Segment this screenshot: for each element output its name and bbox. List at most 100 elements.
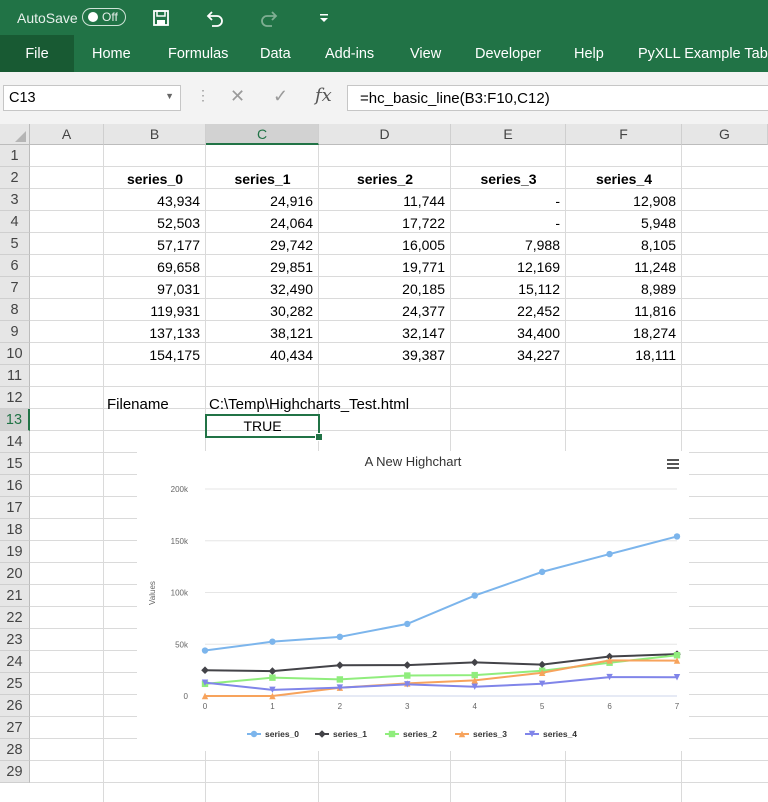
column-header-a[interactable]: A bbox=[30, 124, 104, 145]
row-header-9[interactable]: 9 bbox=[0, 321, 30, 343]
data-cell[interactable]: 29,742 bbox=[206, 234, 319, 256]
data-cell[interactable]: 137,133 bbox=[104, 322, 206, 344]
row-header-12[interactable]: 12 bbox=[0, 387, 30, 409]
tab-developer[interactable]: Developer bbox=[475, 35, 541, 72]
fill-handle[interactable] bbox=[315, 433, 323, 441]
data-cell[interactable]: 5,948 bbox=[566, 212, 682, 234]
row-header-5[interactable]: 5 bbox=[0, 233, 30, 255]
row-header-23[interactable]: 23 bbox=[0, 629, 30, 651]
data-cell[interactable]: 12,169 bbox=[451, 256, 566, 278]
data-cell[interactable]: 30,282 bbox=[206, 300, 319, 322]
tab-file[interactable]: File bbox=[0, 35, 74, 72]
row-header-15[interactable]: 15 bbox=[0, 453, 30, 475]
column-header-d[interactable]: D bbox=[319, 124, 451, 145]
data-cell[interactable]: 38,121 bbox=[206, 322, 319, 344]
column-header-e[interactable]: E bbox=[451, 124, 566, 145]
header-cell-series-3[interactable]: series_3 bbox=[451, 168, 566, 190]
row-header-21[interactable]: 21 bbox=[0, 585, 30, 607]
row-header-8[interactable]: 8 bbox=[0, 299, 30, 321]
data-cell[interactable]: 40,434 bbox=[206, 344, 319, 366]
row-header-20[interactable]: 20 bbox=[0, 563, 30, 585]
data-cell[interactable]: 16,005 bbox=[319, 234, 451, 256]
enter-icon[interactable]: ✓ bbox=[273, 86, 288, 107]
data-cell[interactable]: 22,452 bbox=[451, 300, 566, 322]
tab-help[interactable]: Help bbox=[574, 35, 604, 72]
name-box-dropdown-icon[interactable]: ▼ bbox=[165, 91, 174, 101]
column-header-c[interactable]: C bbox=[206, 124, 319, 145]
row-header-4[interactable]: 4 bbox=[0, 211, 30, 233]
tab-view[interactable]: View bbox=[410, 35, 441, 72]
data-cell[interactable]: 11,816 bbox=[566, 300, 682, 322]
data-cell[interactable]: 8,989 bbox=[566, 278, 682, 300]
data-cell[interactable]: 97,031 bbox=[104, 278, 206, 300]
header-cell-series-4[interactable]: series_4 bbox=[566, 168, 682, 190]
data-cell[interactable]: 24,064 bbox=[206, 212, 319, 234]
row-header-14[interactable]: 14 bbox=[0, 431, 30, 453]
row-header-26[interactable]: 26 bbox=[0, 695, 30, 717]
row-header-19[interactable]: 19 bbox=[0, 541, 30, 563]
data-cell[interactable]: 8,105 bbox=[566, 234, 682, 256]
data-cell[interactable]: 24,377 bbox=[319, 300, 451, 322]
row-header-2[interactable]: 2 bbox=[0, 167, 30, 189]
row-header-29[interactable]: 29 bbox=[0, 761, 30, 783]
column-header-g[interactable]: G bbox=[682, 124, 768, 145]
row-header-25[interactable]: 25 bbox=[0, 673, 30, 695]
data-cell[interactable]: 154,175 bbox=[104, 344, 206, 366]
data-cell[interactable]: 17,722 bbox=[319, 212, 451, 234]
row-header-17[interactable]: 17 bbox=[0, 497, 30, 519]
data-cell[interactable]: 34,227 bbox=[451, 344, 566, 366]
formula-input[interactable]: =hc_basic_line(B3:F10,C12) bbox=[347, 85, 768, 111]
tab-home[interactable]: Home bbox=[92, 35, 131, 72]
data-cell[interactable]: 18,111 bbox=[566, 344, 682, 366]
data-cell[interactable]: 29,851 bbox=[206, 256, 319, 278]
data-cell[interactable]: 24,916 bbox=[206, 190, 319, 212]
column-header-b[interactable]: B bbox=[104, 124, 206, 145]
header-cell-series-2[interactable]: series_2 bbox=[319, 168, 451, 190]
tab-add-ins[interactable]: Add-ins bbox=[325, 35, 374, 72]
row-header-13[interactable]: 13 bbox=[0, 409, 30, 431]
row-header-10[interactable]: 10 bbox=[0, 343, 30, 365]
data-cell[interactable]: 11,744 bbox=[319, 190, 451, 212]
redo-icon[interactable] bbox=[259, 0, 279, 35]
data-cell[interactable]: 20,185 bbox=[319, 278, 451, 300]
row-header-3[interactable]: 3 bbox=[0, 189, 30, 211]
tab-data[interactable]: Data bbox=[260, 35, 291, 72]
row-header-7[interactable]: 7 bbox=[0, 277, 30, 299]
legend-item-series-0[interactable]: series_0 bbox=[247, 729, 299, 739]
legend-item-series-4[interactable]: series_4 bbox=[525, 729, 577, 739]
filename-value-cell[interactable]: C:\Temp\Highcharts_Test.html bbox=[206, 393, 466, 415]
data-cell[interactable]: 39,387 bbox=[319, 344, 451, 366]
row-header-16[interactable]: 16 bbox=[0, 475, 30, 497]
save-icon[interactable] bbox=[152, 0, 170, 35]
data-cell[interactable]: 43,934 bbox=[104, 190, 206, 212]
row-header-28[interactable]: 28 bbox=[0, 739, 30, 761]
row-header-1[interactable]: 1 bbox=[0, 145, 30, 167]
insert-function-icon[interactable]: fx bbox=[315, 85, 332, 106]
row-header-22[interactable]: 22 bbox=[0, 607, 30, 629]
row-header-18[interactable]: 18 bbox=[0, 519, 30, 541]
data-cell[interactable]: 119,931 bbox=[104, 300, 206, 322]
name-box[interactable]: C13 ▼ bbox=[3, 85, 181, 111]
data-cell[interactable]: 18,274 bbox=[566, 322, 682, 344]
autosave-toggle[interactable]: Off bbox=[82, 8, 126, 26]
chart-menu-icon[interactable] bbox=[667, 459, 679, 469]
data-cell[interactable]: 12,908 bbox=[566, 190, 682, 212]
data-cell[interactable]: 69,658 bbox=[104, 256, 206, 278]
header-cell-series-1[interactable]: series_1 bbox=[206, 168, 319, 190]
row-header-24[interactable]: 24 bbox=[0, 651, 30, 673]
tab-pyxll-example[interactable]: PyXLL Example Tab bbox=[638, 35, 768, 72]
data-cell[interactable]: 57,177 bbox=[104, 234, 206, 256]
row-header-27[interactable]: 27 bbox=[0, 717, 30, 739]
data-cell[interactable]: - bbox=[451, 212, 566, 234]
data-cell[interactable]: 34,400 bbox=[451, 322, 566, 344]
cancel-icon[interactable]: ✕ bbox=[230, 86, 245, 107]
highchart-container[interactable]: A New Highchart Values 0 50k 100k 150k 200k 0… bbox=[137, 451, 689, 751]
legend-item-series-3[interactable]: series_3 bbox=[455, 729, 507, 739]
data-cell[interactable]: 32,147 bbox=[319, 322, 451, 344]
header-cell-series-0[interactable]: series_0 bbox=[104, 168, 206, 190]
undo-icon[interactable] bbox=[205, 0, 225, 35]
legend-item-series-1[interactable]: series_1 bbox=[315, 729, 367, 739]
data-cell[interactable]: 19,771 bbox=[319, 256, 451, 278]
legend-item-series-2[interactable]: series_2 bbox=[385, 729, 437, 739]
filename-label-cell[interactable]: Filename bbox=[104, 393, 206, 415]
